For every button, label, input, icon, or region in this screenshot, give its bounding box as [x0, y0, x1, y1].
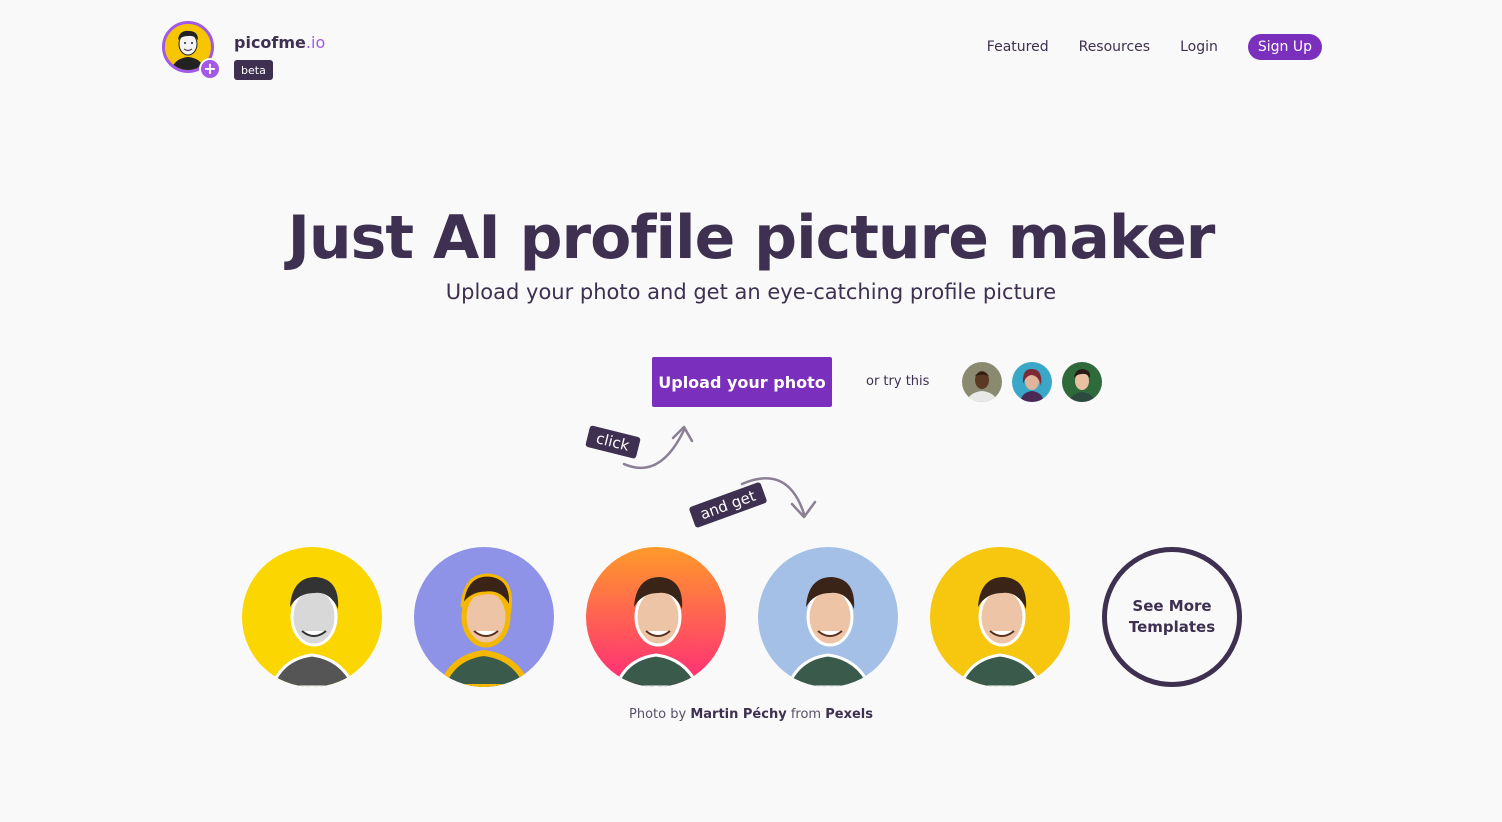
- template-yellow-color[interactable]: [930, 547, 1070, 687]
- nav-featured[interactable]: Featured: [987, 39, 1049, 55]
- template-gradient[interactable]: [586, 547, 726, 687]
- template-yellow-bw[interactable]: [242, 547, 382, 687]
- credit-author-link[interactable]: Martin Péchy: [690, 707, 786, 722]
- credit-source-link[interactable]: Pexels: [825, 707, 873, 722]
- hero-title: Just AI profile picture maker: [287, 203, 1216, 273]
- nav-resources[interactable]: Resources: [1079, 39, 1151, 55]
- beta-badge: beta: [234, 60, 273, 80]
- see-more-templates-button[interactable]: See More Templates: [1102, 547, 1242, 687]
- template-blue[interactable]: [758, 547, 898, 687]
- curved-arrow-down-icon: [740, 477, 817, 519]
- sample-photo-3[interactable]: [1062, 362, 1102, 402]
- nav-login[interactable]: Login: [1180, 39, 1218, 55]
- main-nav: Featured Resources Login Sign Up: [957, 34, 1322, 60]
- sample-photo-2[interactable]: [1012, 362, 1052, 402]
- signup-button[interactable]: Sign Up: [1247, 34, 1322, 60]
- photo-credit: Photo by Martin Péchy from Pexels: [0, 707, 1502, 722]
- template-purple-outline[interactable]: [414, 547, 554, 687]
- logo[interactable]: +: [162, 21, 222, 81]
- sample-photo-1[interactable]: [962, 362, 1002, 402]
- credit-middle: from: [790, 707, 822, 722]
- curved-arrow-up-icon: [622, 425, 694, 470]
- plus-icon: +: [199, 58, 221, 80]
- upload-photo-button[interactable]: Upload your photo: [652, 357, 832, 407]
- brand-name[interactable]: picofme.io: [234, 33, 325, 52]
- try-this-label: or try this: [866, 374, 930, 389]
- hero-subtitle: Upload your photo and get an eye-catchin…: [445, 280, 1057, 304]
- credit-prefix: Photo by: [629, 707, 687, 722]
